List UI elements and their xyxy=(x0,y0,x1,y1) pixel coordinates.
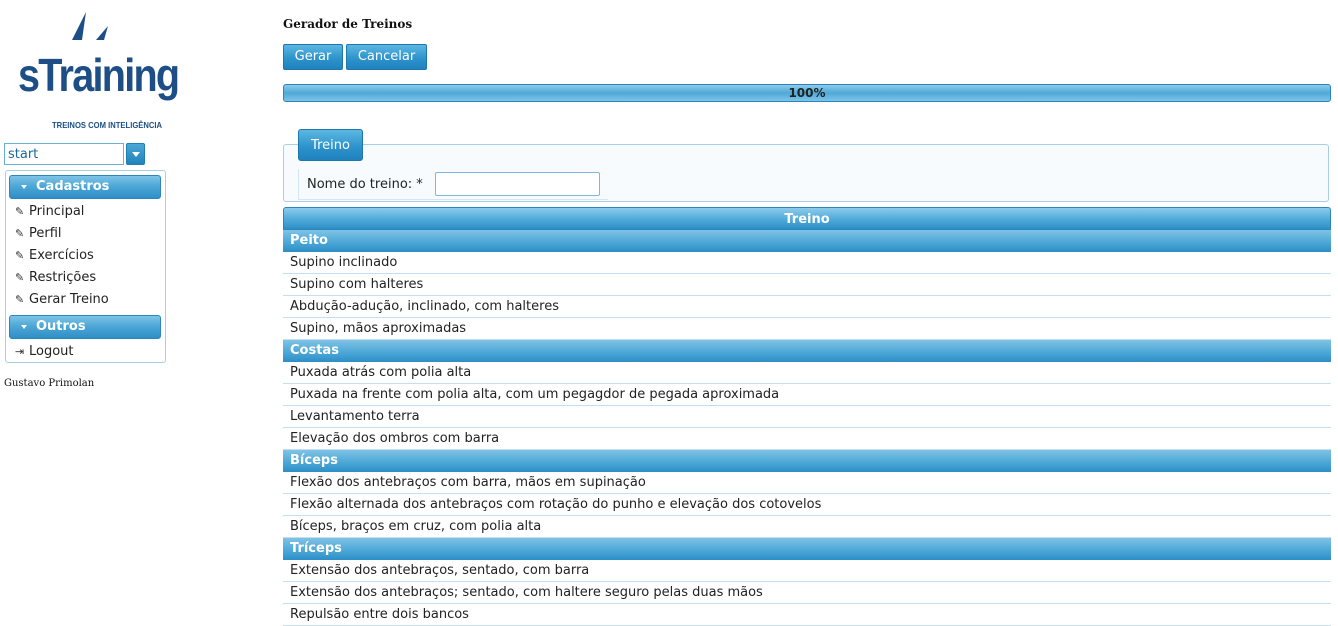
training-name-label: Nome do treino: * xyxy=(307,177,423,192)
logo-tagline: TREINOS COM INTELIGÊNCIA xyxy=(52,120,163,130)
theme-combo-input[interactable] xyxy=(4,143,124,165)
training-fieldset: Treino Nome do treino: * xyxy=(283,129,1329,202)
edit-icon: ✎ xyxy=(15,249,25,262)
table-row[interactable]: Extensão dos antebraços; sentado, com ha… xyxy=(283,582,1331,604)
menu-item-gerar-treino[interactable]: ✎ Gerar Treino xyxy=(6,289,165,311)
chevron-down-icon xyxy=(132,152,140,157)
edit-icon: ✎ xyxy=(15,293,25,306)
caret-down-icon xyxy=(21,185,27,189)
straining-logo: sTraining TREINOS COM INTELIGÊNCIA xyxy=(14,10,184,135)
table-row[interactable]: Supino inclinado xyxy=(283,252,1331,274)
page-title: Gerador de Treinos xyxy=(283,17,413,31)
menu-item-exercicios[interactable]: ✎ Exercícios xyxy=(6,245,165,267)
menu-item-label: Restrições xyxy=(29,270,97,285)
menu-header-cadastros[interactable]: Cadastros xyxy=(9,175,161,199)
training-name-row: Nome do treino: * xyxy=(298,169,608,200)
menu-item-label: Logout xyxy=(29,344,74,359)
table-row[interactable]: Bíceps, braços em cruz, com polia alta xyxy=(283,516,1331,538)
caret-down-icon xyxy=(21,325,27,329)
group-header: Bíceps xyxy=(283,450,1331,472)
menu-item-restricoes[interactable]: ✎ Restrições xyxy=(6,267,165,289)
menu-header-label: Cadastros xyxy=(36,179,110,194)
training-table-header: Treino xyxy=(283,207,1331,230)
table-row[interactable]: Supino com halteres xyxy=(283,274,1331,296)
menu-item-principal[interactable]: ✎ Principal xyxy=(6,201,165,223)
cancel-button[interactable]: Cancelar xyxy=(346,44,427,70)
menu-item-label: Exercícios xyxy=(29,248,94,263)
table-row[interactable]: Puxada na frente com polia alta, com um … xyxy=(283,384,1331,406)
menu-item-label: Perfil xyxy=(29,226,62,241)
fieldset-legend[interactable]: Treino xyxy=(298,129,363,161)
logout-icon: ⇥ xyxy=(15,345,25,358)
table-row[interactable]: Extensão dos antebraços, sentado, com ba… xyxy=(283,560,1331,582)
training-name-input[interactable] xyxy=(435,172,600,196)
table-row[interactable]: Abdução-adução, inclinado, com halteres xyxy=(283,296,1331,318)
training-table: Peito Supino inclinado Supino com halter… xyxy=(283,230,1331,626)
menu-item-perfil[interactable]: ✎ Perfil xyxy=(6,223,165,245)
menu-item-label: Gerar Treino xyxy=(29,292,109,307)
edit-icon: ✎ xyxy=(15,271,25,284)
menu-item-label: Principal xyxy=(29,204,85,219)
table-row[interactable]: Flexão dos antebraços com barra, mãos em… xyxy=(283,472,1331,494)
progress-label: 100% xyxy=(788,86,826,100)
edit-icon: ✎ xyxy=(15,227,25,240)
menu-header-outros[interactable]: Outros xyxy=(9,315,161,339)
generate-button[interactable]: Gerar xyxy=(283,44,343,70)
menu-item-logout[interactable]: ⇥ Logout xyxy=(6,341,165,363)
theme-combo[interactable] xyxy=(4,143,145,165)
sidebar-menu: Cadastros ✎ Principal ✎ Perfil ✎ Exercícios… xyxy=(5,170,166,363)
table-row[interactable]: Flexão alternada dos antebraços com rota… xyxy=(283,494,1331,516)
sail-icon xyxy=(72,12,108,40)
menu-header-label: Outros xyxy=(36,319,86,334)
combo-dropdown-button[interactable] xyxy=(126,143,145,165)
table-row[interactable]: Supino, mãos aproximadas xyxy=(283,318,1331,340)
table-row[interactable]: Puxada atrás com polia alta xyxy=(283,362,1331,384)
group-header: Costas xyxy=(283,340,1331,362)
author-name: Gustavo Primolan xyxy=(4,378,95,389)
table-row[interactable]: Elevação dos ombros com barra xyxy=(283,428,1331,450)
table-row[interactable]: Levantamento terra xyxy=(283,406,1331,428)
group-header: Tríceps xyxy=(283,538,1331,560)
edit-icon: ✎ xyxy=(15,205,25,218)
table-row[interactable]: Repulsão entre dois bancos xyxy=(283,604,1331,626)
progress-bar: 100% xyxy=(283,84,1331,102)
logo-wordmark: sTraining xyxy=(18,49,180,101)
group-header: Peito xyxy=(283,230,1331,252)
